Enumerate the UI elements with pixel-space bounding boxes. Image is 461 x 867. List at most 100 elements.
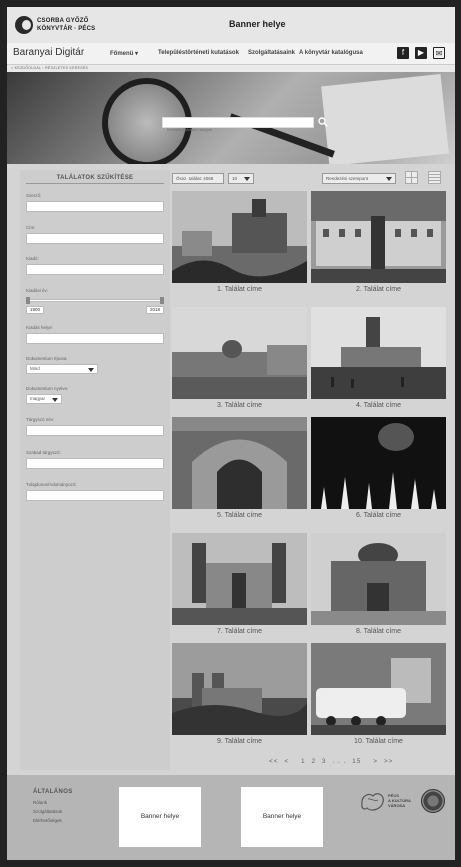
library-logo-text[interactable]: CSORBA GYŐZŐ KÖNYVTÁR · PÉCS — [37, 17, 95, 33]
footer-link-contact[interactable]: Elérhetőségek — [33, 818, 62, 823]
language-select[interactable]: magyar — [26, 394, 62, 404]
doctype-select[interactable]: Mind — [26, 364, 98, 374]
page-link-15[interactable]: 15 — [352, 758, 361, 765]
result-title[interactable]: 9. Találat címe — [172, 738, 307, 745]
title-label: Cím: — [26, 225, 36, 230]
free-subject-field[interactable] — [26, 458, 164, 469]
result-card[interactable]: 5. Találat címe — [172, 417, 307, 519]
footer-banner-1[interactable]: Banner helye — [119, 787, 201, 847]
year-from-field[interactable]: 1900 — [26, 306, 45, 314]
person-field[interactable] — [26, 425, 164, 436]
language-label: Dokumentum nyelve: — [26, 386, 69, 391]
sort-value: Rendezési szempont — [326, 176, 369, 181]
result-title[interactable]: 8. Találat címe — [311, 628, 446, 635]
per-page-select[interactable]: 10 — [228, 173, 254, 184]
year-slider-min-handle[interactable] — [26, 297, 30, 304]
result-title[interactable]: 5. Találat címe — [172, 512, 307, 519]
prev-page-link[interactable]: < — [284, 758, 289, 765]
result-thumbnail[interactable] — [311, 307, 446, 399]
result-thumbnail[interactable] — [311, 533, 446, 625]
youtube-icon[interactable]: ▶ — [415, 47, 427, 59]
pagination: << < 1 2 3 . . . 15 > >> — [269, 758, 396, 765]
next-page-link[interactable]: > — [373, 758, 378, 765]
footer: ÁLTALÁNOS Rólunk Szolgáltatások Elérhető… — [7, 775, 455, 860]
result-card[interactable]: 4. Találat címe — [311, 307, 446, 409]
publisher-label: Kiadó: — [26, 256, 39, 261]
page-link-3[interactable]: 3 — [322, 758, 327, 765]
language-value: magyar — [30, 396, 46, 401]
search-field[interactable] — [162, 117, 314, 134]
year-slider-max-handle[interactable] — [160, 297, 164, 304]
owner-field[interactable] — [26, 490, 164, 501]
result-thumbnail[interactable] — [172, 191, 307, 283]
footer-banner-2[interactable]: Banner helye — [241, 787, 323, 847]
title-field[interactable] — [26, 233, 164, 244]
result-thumbnail[interactable] — [311, 191, 446, 283]
breadcrumb-text[interactable]: ⌂ KEZDŐOLDAL › RÉSZLETES KERESÉS — [11, 66, 88, 70]
owner-label: Tulajdonos/Adományozó: — [26, 482, 77, 487]
result-card[interactable]: 9. Találat címe — [172, 643, 307, 745]
result-title[interactable]: 7. Találat címe — [172, 628, 307, 635]
list-view-icon[interactable] — [428, 171, 441, 184]
result-thumbnail[interactable] — [172, 307, 307, 399]
site-brand[interactable]: Baranyai Digitár — [13, 47, 84, 58]
sort-select[interactable]: Rendezési szempont — [322, 173, 396, 184]
last-page-link[interactable]: >> — [384, 758, 394, 765]
doctype-value: Mind — [30, 366, 40, 371]
result-thumbnail[interactable] — [311, 643, 446, 735]
result-card[interactable]: 8. Találat címe — [311, 533, 446, 635]
page-link-2[interactable]: 2 — [311, 758, 316, 765]
result-title[interactable]: 1. Találat címe — [172, 286, 307, 293]
result-title[interactable]: 4. Találat címe — [311, 402, 446, 409]
hero-document-image — [321, 73, 449, 164]
result-card[interactable]: 2. Találat címe — [311, 191, 446, 293]
total-results-count: Össz. találat: 4068 — [172, 173, 224, 184]
place-label: Kiadás helye: — [26, 325, 54, 330]
search-icon[interactable] — [318, 117, 328, 127]
top-header: CSORBA GYŐZŐ KÖNYVTÁR · PÉCS Banner hely… — [7, 7, 455, 43]
place-field[interactable] — [26, 333, 164, 344]
result-card[interactable]: 6. Találat címe — [311, 417, 446, 519]
result-card[interactable]: 10. Találat címe — [311, 643, 446, 745]
search-input[interactable] — [163, 125, 313, 134]
year-range-slider[interactable] — [26, 299, 164, 302]
nav-local-history[interactable]: Településtörténeti kutatások — [158, 50, 239, 56]
first-page-link[interactable]: << — [269, 758, 279, 765]
result-title[interactable]: 10. Találat címe — [311, 738, 446, 745]
nav-main-menu[interactable]: Főmenü ▾ — [110, 50, 138, 57]
share-icon[interactable] — [450, 47, 455, 59]
nav-catalog[interactable]: A könyvtár katalógusa — [299, 50, 363, 56]
result-thumbnail[interactable] — [172, 643, 307, 735]
author-label: Szerző: — [26, 193, 42, 198]
filter-title-divider — [26, 183, 164, 184]
chevron-down-icon — [244, 177, 250, 181]
footer-link-about[interactable]: Rólunk — [33, 800, 47, 805]
nav-services[interactable]: Szolgáltatásaink — [248, 50, 295, 56]
main-nav: Baranyai Digitár Főmenü ▾ Településtörté… — [7, 43, 455, 65]
year-to-field[interactable]: 2018 — [145, 306, 164, 314]
mail-icon[interactable]: ✉ — [433, 47, 445, 59]
chevron-down-icon — [386, 177, 392, 181]
result-title[interactable]: 6. Találat címe — [311, 512, 446, 519]
grid-view-icon[interactable] — [405, 171, 418, 184]
pecs-city-logo-text: PÉCS A KULTÚRA VÁROSA — [388, 793, 411, 808]
result-thumbnail[interactable] — [311, 417, 446, 509]
city-seal-icon[interactable] — [421, 789, 445, 813]
pecs-city-logo-icon[interactable] — [359, 790, 387, 812]
chevron-down-icon — [88, 368, 94, 372]
result-title[interactable]: 2. Találat címe — [311, 286, 446, 293]
top-banner: Banner helye — [229, 19, 286, 29]
result-thumbnail[interactable] — [172, 533, 307, 625]
result-card[interactable]: 1. Találat címe — [172, 191, 307, 293]
footer-link-services[interactable]: Szolgáltatások — [33, 809, 62, 814]
result-card[interactable]: 3. Találat címe — [172, 307, 307, 409]
page-link-1[interactable]: 1 — [301, 758, 306, 765]
result-thumbnail[interactable] — [172, 417, 307, 509]
result-title[interactable]: 3. Találat címe — [172, 402, 307, 409]
library-logo-icon[interactable] — [15, 16, 33, 34]
publisher-field[interactable] — [26, 264, 164, 275]
result-card[interactable]: 7. Találat címe — [172, 533, 307, 635]
logo-line-1: CSORBA GYŐZŐ — [37, 18, 89, 24]
author-field[interactable] — [26, 201, 164, 212]
facebook-icon[interactable]: f — [397, 47, 409, 59]
